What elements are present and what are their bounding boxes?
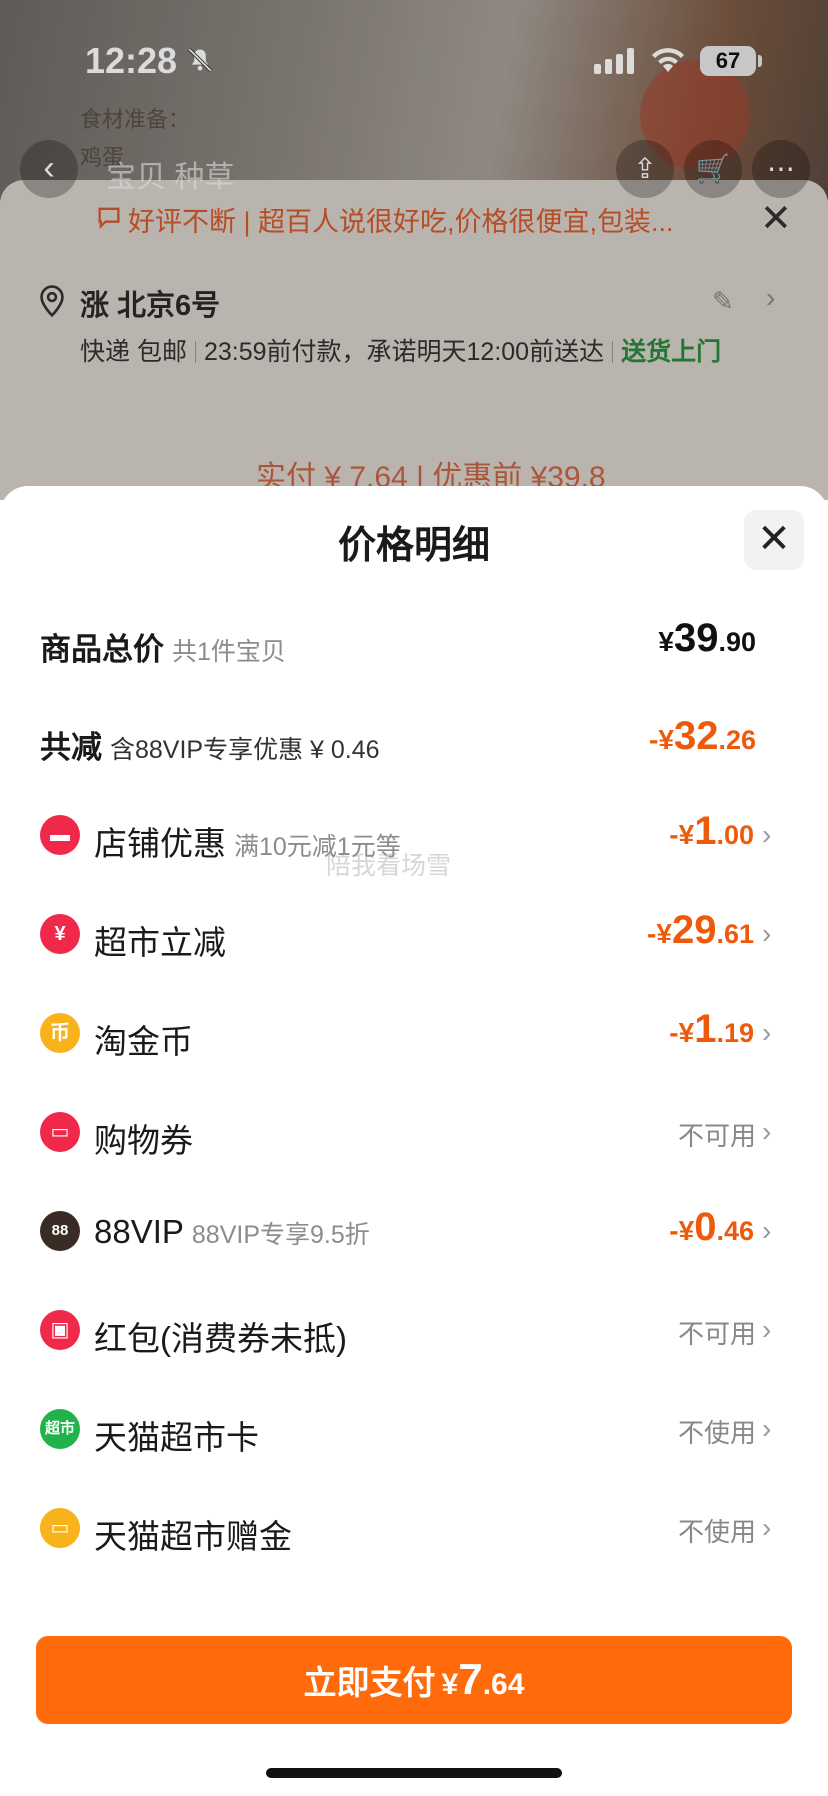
total-amount: ¥39.90 xyxy=(658,616,756,660)
total-reduction-row: 共减 含88VIP专享优惠 ¥ 0.46 -¥32.26 xyxy=(0,704,828,774)
gold-coin-icon: 币 xyxy=(40,1013,80,1053)
close-icon[interactable]: ✕ xyxy=(744,510,804,570)
discount-status: 不可用 xyxy=(677,1121,756,1151)
chevron-right-icon[interactable]: › xyxy=(762,1116,771,1148)
red-packet-icon: ▣ xyxy=(40,1310,80,1350)
vip-88-icon: 88 xyxy=(40,1211,80,1251)
discount-sub: 88VIP专享9.5折 xyxy=(191,1221,370,1249)
dim-overlay[interactable] xyxy=(0,0,828,500)
discount-row[interactable]: ▭ 天猫超市赠金 不使用 › xyxy=(0,1492,828,1562)
discount-sub: 满10元减1元等 xyxy=(234,833,401,861)
chevron-right-icon[interactable]: › xyxy=(762,819,771,851)
discount-status: 不使用 xyxy=(677,1418,756,1448)
discount-row[interactable]: ▭ 购物券 不可用 › xyxy=(0,1096,828,1166)
reduction-amount: -¥32.26 xyxy=(649,714,756,758)
tmall-supermarket-card-icon: 超市 xyxy=(40,1409,80,1449)
reduction-label: 共减 含88VIP专享优惠 ¥ 0.46 xyxy=(40,730,380,765)
home-indicator xyxy=(266,1768,562,1778)
discount-row[interactable]: ¥ 超市立减 -¥29.61 › xyxy=(0,898,828,968)
discount-amount: -¥1.00 xyxy=(669,809,754,853)
chevron-right-icon[interactable]: › xyxy=(762,1512,771,1544)
total-price-row: 商品总价 共1件宝贝 ¥39.90 xyxy=(0,606,828,676)
discount-label: 天猫超市卡 xyxy=(94,1419,259,1456)
discount-row[interactable]: 超市 天猫超市卡 不使用 › xyxy=(0,1393,828,1463)
discount-row[interactable]: ▣ 红包(消费券未抵) 不可用 › xyxy=(0,1294,828,1364)
discount-label: 88VIP 88VIP专享9.5折 xyxy=(94,1213,370,1250)
chevron-right-icon[interactable]: › xyxy=(762,918,771,950)
yen-discount-icon: ¥ xyxy=(40,914,80,954)
chevron-right-icon[interactable]: › xyxy=(762,1215,771,1247)
discount-status: 不使用 xyxy=(677,1517,756,1547)
ticket-icon: ▭ xyxy=(40,1112,80,1152)
price-detail-sheet: 价格明细 ✕ 商品总价 共1件宝贝 ¥39.90 共减 含88VIP专享优惠 ¥ 0… xyxy=(0,486,828,1796)
chevron-right-icon[interactable]: › xyxy=(762,1413,771,1445)
discount-label: 店铺优惠 满10元减1元等 xyxy=(94,825,401,862)
discount-label: 超市立减 xyxy=(94,924,226,961)
chevron-right-icon[interactable]: › xyxy=(762,1314,771,1346)
discount-amount: -¥1.19 xyxy=(669,1007,754,1051)
store-coupon-icon: ▬ xyxy=(40,815,80,855)
discount-label: 淘金币 xyxy=(94,1023,193,1060)
discount-amount: -¥0.46 xyxy=(669,1205,754,1249)
discount-label: 红包(消费券未抵) xyxy=(94,1320,347,1357)
chevron-right-icon[interactable]: › xyxy=(762,1017,771,1049)
discount-row[interactable]: 币淘金币 -¥1.19 › xyxy=(0,997,828,1067)
discount-label: 天猫超市赠金 xyxy=(94,1518,292,1555)
sheet-title: 价格明细 xyxy=(337,525,490,567)
discount-row[interactable]: ▬ 店铺优惠 满10元减1元等 -¥1.00 › xyxy=(0,799,828,869)
reduction-sub: 含88VIP专享优惠 ¥ 0.46 xyxy=(110,736,380,764)
total-label: 商品总价 共1件宝贝 xyxy=(40,632,286,667)
pay-now-button[interactable]: 立即支付 ¥7.64 xyxy=(36,1636,792,1724)
total-sub: 共1件宝贝 xyxy=(172,638,286,666)
discount-amount: -¥29.61 xyxy=(647,908,754,952)
discount-row[interactable]: 88 88VIP 88VIP专享9.5折 -¥0.46 › xyxy=(0,1195,828,1265)
discount-label: 购物券 xyxy=(94,1122,193,1159)
gift-money-icon: ▭ xyxy=(40,1508,80,1548)
discount-status: 不可用 xyxy=(677,1319,756,1349)
